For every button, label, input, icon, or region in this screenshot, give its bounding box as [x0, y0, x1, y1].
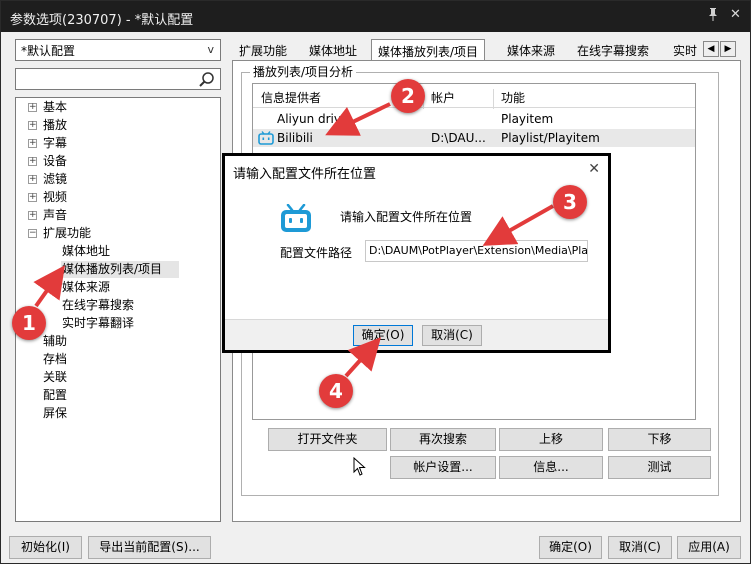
test-button[interactable]: 测试 [608, 456, 711, 479]
expand-icon[interactable]: + [28, 139, 37, 148]
provider-name: Bilibili [277, 131, 313, 145]
tab-scroll-left-icon[interactable]: ◀ [703, 41, 719, 57]
search-again-button[interactable]: 再次搜索 [390, 428, 496, 451]
tab-strip: 扩展功能 媒体地址 媒体播放列表/项目 媒体来源 在线字幕搜索 实时 ◀ ▶ [233, 39, 741, 61]
export-config-button[interactable]: 导出当前配置(S)... [88, 536, 211, 559]
tree-item-label: 媒体播放列表/项目 [62, 262, 163, 276]
move-up-button[interactable]: 上移 [499, 428, 603, 451]
account-value: D:\DAU... [431, 131, 486, 145]
list-header: 信息提供者 帐户 功能 [253, 84, 695, 109]
expand-icon[interactable]: + [28, 193, 37, 202]
annotation-badge-4: 4 [319, 374, 353, 408]
tree-item-label: 辅助 [43, 334, 68, 348]
tree-item-label: 滤镜 [43, 172, 68, 186]
dialog-body: 请输入配置文件所在位置 配置文件路径 D:\DAUM\PotPlayer\Ext… [225, 186, 608, 319]
expand-icon[interactable]: + [28, 103, 37, 112]
tree-item-label: 屏保 [43, 406, 68, 420]
expand-icon[interactable]: + [28, 157, 37, 166]
dialog-ok-button[interactable]: 确定(O) [353, 325, 413, 346]
settings-tree: + 基本 + 播放 + 字幕 + 设备 + 滤镜 + 视频 + 声音 − 扩展功… [15, 97, 221, 522]
tree-item-label: 设备 [43, 154, 68, 168]
ok-button[interactable]: 确定(O) [539, 536, 602, 559]
tree-item-label: 播放 [43, 118, 68, 132]
tab-extensions[interactable]: 扩展功能 [233, 39, 293, 60]
tree-item-label: 媒体地址 [62, 244, 111, 258]
search-icon[interactable] [198, 71, 216, 89]
account-settings-button[interactable]: 帐户设置... [390, 456, 496, 479]
dialog-prompt: 请输入配置文件所在位置 [340, 210, 473, 224]
list-row-selected[interactable]: Bilibili D:\DAU... Playlist/Playitem [253, 129, 695, 147]
close-icon[interactable]: ✕ [730, 7, 741, 22]
move-down-button[interactable]: 下移 [608, 428, 711, 451]
tab-realtime[interactable]: 实时 [667, 39, 703, 60]
bilibili-icon [258, 131, 274, 145]
mouse-cursor-icon [353, 457, 366, 476]
annotation-badge-2: 2 [391, 79, 425, 113]
open-folder-button[interactable]: 打开文件夹 [268, 428, 387, 451]
column-header-provider[interactable]: 信息提供者 [261, 89, 321, 106]
bottom-bar: 初始化(I) 导出当前配置(S)... 确定(O) 取消(C) 应用(A) [1, 531, 750, 563]
tree-item-label: 在线字幕搜索 [62, 298, 135, 312]
function-value: Playlist/Playitem [501, 131, 600, 145]
apply-button[interactable]: 应用(A) [677, 536, 741, 559]
column-header-function[interactable]: 功能 [501, 89, 525, 106]
expand-icon[interactable]: + [28, 175, 37, 184]
tree-item-label: 声音 [43, 208, 68, 222]
left-panel: *默认配置 v + 基本 + 播放 + 字幕 + 设备 + 滤镜 + 视频 + … [15, 39, 223, 523]
tree-item-label: 媒体来源 [62, 280, 111, 294]
config-path-dialog: 请输入配置文件所在位置 ✕ 请输入配置文件所在位置 配置文件路径 D:\DAUM… [222, 153, 611, 353]
function-value: Playitem [501, 112, 554, 126]
info-button[interactable]: 信息... [499, 456, 603, 479]
group-title: 播放列表/项目分析 [250, 63, 357, 80]
annotation-badge-3: 3 [553, 185, 587, 219]
expand-icon[interactable]: + [28, 211, 37, 220]
tab-scroll-right-icon[interactable]: ▶ [720, 41, 736, 57]
config-path-input[interactable]: D:\DAUM\PotPlayer\Extension\Media\PlayPa… [365, 240, 588, 262]
tab-online-subtitle-search[interactable]: 在线字幕搜索 [571, 39, 655, 60]
settings-search-input[interactable] [15, 68, 221, 90]
tree-item-label: 配置 [43, 388, 68, 402]
tree-item-label: 字幕 [43, 136, 68, 150]
profile-combo[interactable]: *默认配置 v [15, 39, 221, 61]
tab-media-source[interactable]: 媒体来源 [501, 39, 561, 60]
tree-item-label: 基本 [43, 100, 68, 114]
chevron-down-icon: v [207, 43, 214, 56]
annotation-badge-1: 1 [12, 306, 46, 340]
profile-combo-value: *默认配置 [21, 44, 76, 58]
title-bar: 参数选项(230707) - *默认配置 ✕ [1, 1, 750, 32]
tree-item-label: 关联 [43, 370, 68, 384]
expand-icon[interactable]: + [28, 121, 37, 130]
dialog-title: 请输入配置文件所在位置 [233, 167, 377, 182]
initialize-button[interactable]: 初始化(I) [9, 536, 82, 559]
pin-icon[interactable] [707, 7, 719, 25]
dialog-cancel-button[interactable]: 取消(C) [422, 325, 482, 346]
tab-media-playlist[interactable]: 媒体播放列表/项目 [371, 39, 486, 61]
tree-item-label: 视频 [43, 190, 68, 204]
dialog-footer: 确定(O) 取消(C) [225, 319, 608, 350]
window-title: 参数选项(230707) - *默认配置 [10, 13, 194, 28]
column-separator[interactable] [493, 89, 494, 109]
list-row[interactable]: Aliyun drive Playitem [253, 110, 695, 128]
cancel-button[interactable]: 取消(C) [608, 536, 672, 559]
tree-item-label: 存档 [43, 352, 68, 366]
tree-item-label: 实时字幕翻译 [62, 316, 135, 330]
dialog-close-icon[interactable]: ✕ [588, 161, 600, 177]
dialog-title-bar: 请输入配置文件所在位置 ✕ [225, 156, 608, 186]
bilibili-icon [281, 204, 311, 232]
tree-item-media-playlist[interactable]: 媒体播放列表/项目 [61, 261, 179, 278]
column-header-account[interactable]: 帐户 [431, 89, 455, 106]
collapse-icon[interactable]: − [28, 229, 37, 238]
path-label: 配置文件路径 [280, 246, 353, 260]
tree-item-label: 扩展功能 [43, 226, 92, 240]
tab-media-url[interactable]: 媒体地址 [303, 39, 363, 60]
provider-name: Aliyun drive [277, 112, 349, 126]
